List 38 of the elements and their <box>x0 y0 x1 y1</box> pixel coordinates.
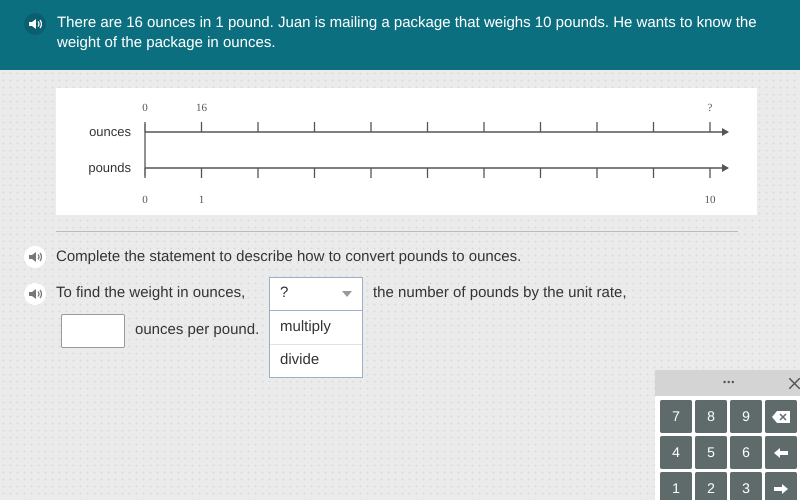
caret-icon <box>342 290 352 296</box>
dropdown-option[interactable]: divide <box>270 344 362 376</box>
keypad-key[interactable]: 5 <box>695 436 727 469</box>
right-arrow-icon <box>774 484 788 494</box>
tick-label: 10 <box>704 194 716 206</box>
keypad-key[interactable] <box>765 400 797 433</box>
statement-text: the number of pounds by the unit rate, <box>373 283 626 304</box>
speaker-icon[interactable] <box>24 282 46 304</box>
row-label: pounds <box>88 160 131 175</box>
tick-label: 16 <box>196 102 207 114</box>
left-arrow-icon <box>774 448 788 458</box>
answer-field[interactable] <box>61 314 125 348</box>
keypad-key[interactable]: 6 <box>730 436 762 469</box>
keypad-key[interactable]: 8 <box>695 400 727 433</box>
close-icon[interactable] <box>789 378 800 388</box>
backspace-icon <box>772 410 790 422</box>
unit-text: ounces per pound. <box>135 320 260 340</box>
dropdown-option[interactable]: multiply <box>270 310 362 344</box>
instruction-text: Complete the statement to describe how to convert pounds to ounces. <box>56 247 522 267</box>
statement-text: To find the weight in ounces, <box>56 283 246 304</box>
tick-label: ? <box>708 102 712 114</box>
keypad-key[interactable]: 1 <box>660 472 692 500</box>
speaker-icon[interactable] <box>24 246 46 268</box>
tick-label: 1 <box>198 194 204 206</box>
keypad-key[interactable]: 3 <box>730 472 762 500</box>
tick-label: 0 <box>142 102 148 114</box>
speaker-icon[interactable] <box>24 13 46 35</box>
operation-dropdown[interactable]: ? <box>269 276 363 310</box>
question-text: There are 16 ounces in 1 pound. Juan is mailing a package that weighs 10 pounds. He wants to know the weight of the package in ounces. <box>57 13 758 53</box>
keypad-key[interactable] <box>765 472 797 500</box>
row-label: ounces <box>89 124 131 139</box>
tick-label: 0 <box>142 194 148 206</box>
keypad-key[interactable] <box>765 436 797 469</box>
keypad-key[interactable]: 7 <box>660 400 692 433</box>
drag-handle[interactable]: ••• <box>723 376 736 390</box>
keypad-key[interactable]: 9 <box>730 400 762 433</box>
keypad-key[interactable]: 4 <box>660 436 692 469</box>
keypad-key[interactable]: 2 <box>695 472 727 500</box>
